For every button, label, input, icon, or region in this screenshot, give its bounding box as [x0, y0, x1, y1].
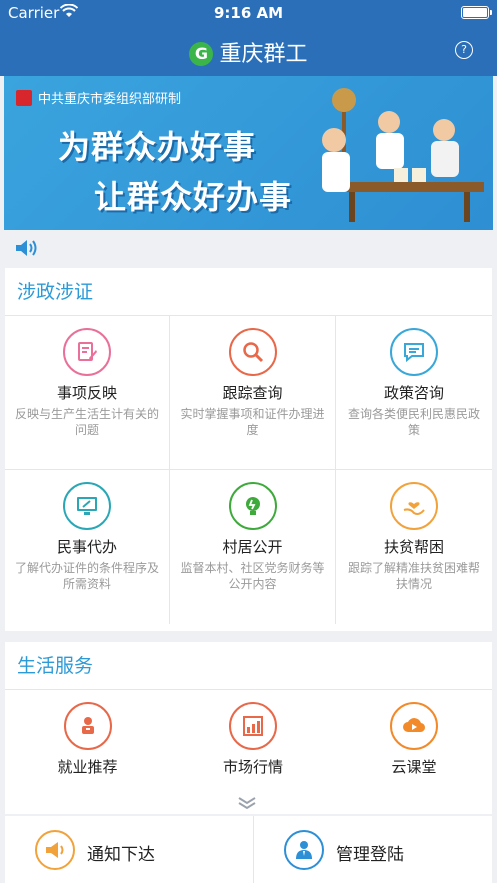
grid-item-report[interactable]: 事项反映 反映与生产生活生计有关的问题 [5, 316, 170, 470]
app-logo-icon: G [189, 42, 214, 66]
grid-item-agent[interactable]: 民事代办 了解代办证件的条件程序及所需资料 [5, 470, 170, 624]
app-title: 重庆群工 [219, 42, 308, 67]
banner-illustration [322, 88, 484, 222]
banner-slogan-1: 为群众办好事 [58, 128, 257, 166]
manager-icon [284, 830, 324, 870]
grid-item-track[interactable]: 跟踪查询 实时掌握事项和证件办理进度 [170, 316, 336, 470]
grid-item-village[interactable]: 村居公开 监督本村、社区党务财务等公开内容 [170, 470, 336, 624]
admin-login-label: 管理登陆 [336, 845, 404, 865]
section-life: 生活服务 就业推荐 市场行情 云课堂 [5, 642, 492, 814]
banner-org: 中共重庆市委组织部研制 [16, 88, 181, 107]
admin-login-button[interactable]: 管理登陆 [254, 816, 497, 883]
monitor-icon [63, 482, 111, 530]
section-title: 生活服务 [5, 642, 492, 690]
help-icon[interactable]: ? [455, 41, 473, 59]
chevron-down-icon[interactable] [236, 796, 258, 810]
edit-icon [63, 328, 111, 376]
notify-button[interactable]: 通知下达 [5, 816, 248, 883]
status-bar: Carrier 9:16 AM [0, 0, 497, 26]
megaphone-icon [35, 830, 75, 870]
section-title: 涉政涉证 [5, 268, 492, 316]
banner[interactable]: 中共重庆市委组织部研制 为群众办好事 让群众好办事 [4, 76, 493, 230]
chat-icon [390, 328, 438, 376]
clock: 9:16 AM [213, 4, 284, 22]
section-gov: 涉政涉证 事项反映 反映与生产生活生计有关的问题 跟踪查询 实时掌握事项和证件办… [5, 268, 492, 631]
grid-item-policy[interactable]: 政策咨询 查询各类便民利民惠民政策 [336, 316, 492, 470]
cloud-play-icon [390, 702, 438, 750]
notify-label: 通知下达 [87, 845, 155, 865]
hand-heart-icon [390, 482, 438, 530]
grid-item-poverty[interactable]: 扶贫帮困 跟踪了解精准扶贫困难帮扶情况 [336, 470, 492, 624]
announcement-bar[interactable] [0, 230, 497, 266]
search-icon [228, 328, 277, 376]
chart-icon [229, 702, 277, 750]
banner-slogan-2: 让群众好办事 [94, 178, 293, 216]
job-icon [63, 702, 112, 750]
bottom-bar: 通知下达 管理登陆 [5, 816, 492, 883]
bulb-icon [228, 482, 277, 530]
nav-bar: Carrier 9:16 AM G 重庆群工 ? [0, 0, 497, 76]
battery-icon [461, 6, 492, 19]
party-emblem-icon [16, 90, 32, 106]
speaker-icon [16, 240, 37, 256]
grid-item-jobs[interactable]: 就业推荐 [5, 690, 170, 814]
grid-item-class[interactable]: 云课堂 [336, 690, 492, 814]
page-title: G 重庆群工 [0, 36, 497, 68]
